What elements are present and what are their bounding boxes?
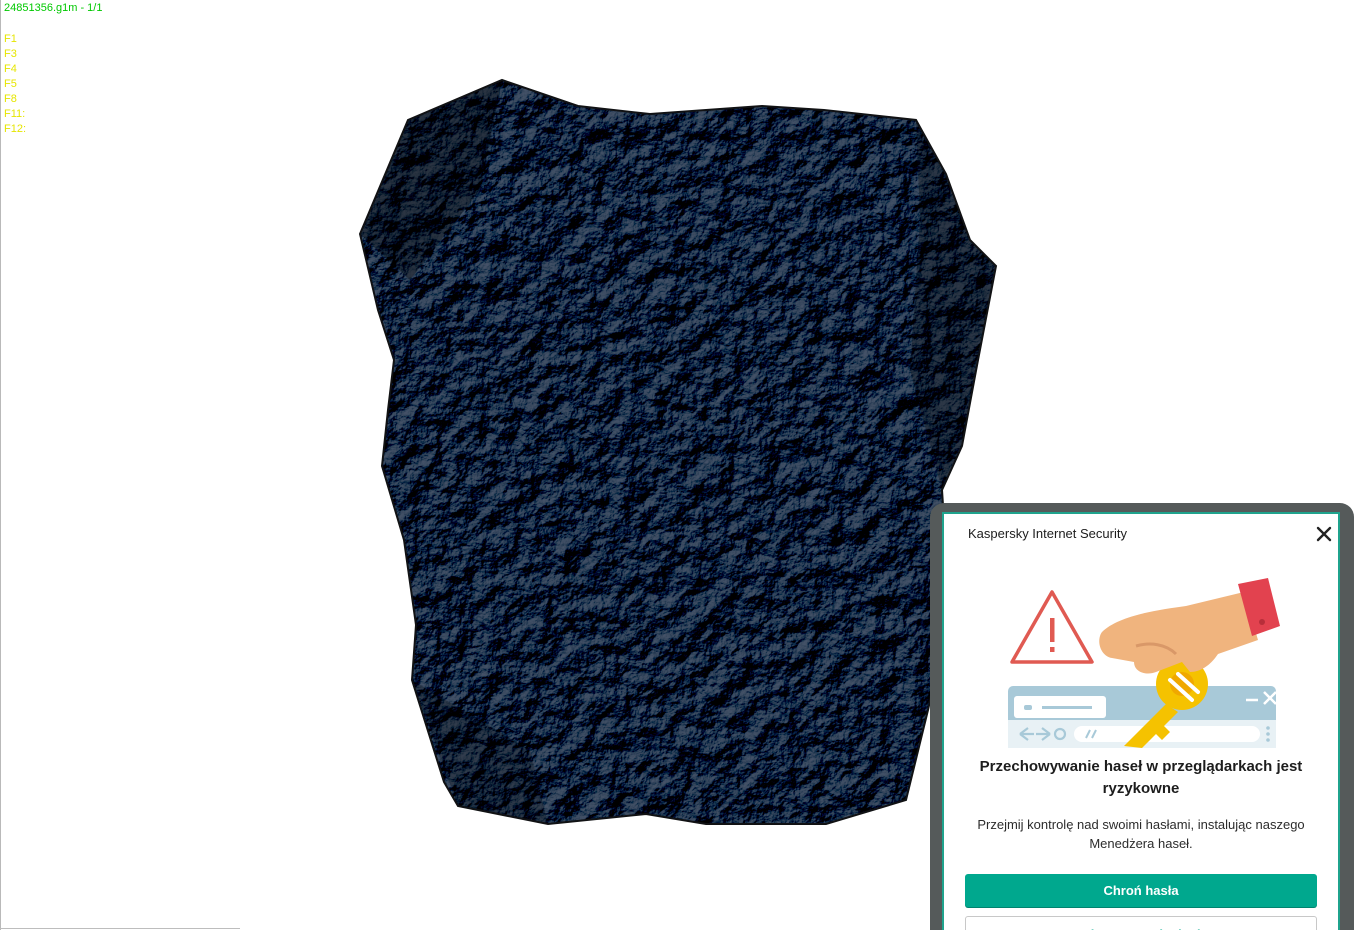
hand-icon bbox=[1099, 578, 1280, 674]
popup-headline: Przechowywanie haseł w przeglądarkach je… bbox=[979, 758, 1303, 797]
function-key-f1: F1 bbox=[4, 33, 17, 45]
viewer-bottom-border bbox=[0, 928, 240, 929]
protect-passwords-button[interactable]: Chroń hasła bbox=[965, 874, 1317, 907]
popup-body-text: Przejmij kontrolę nad swoimi hasłami, in… bbox=[977, 817, 1305, 851]
kaspersky-popup: Kaspersky Internet Security Przechowywan… bbox=[942, 512, 1340, 930]
viewer-title: 24851356.g1m - 1/1 bbox=[4, 2, 103, 14]
model-viewer[interactable]: 24851356.g1m - 1/1 F1 F3 F4 F5 F8 F11: F… bbox=[0, 0, 1354, 930]
rock-model-render bbox=[358, 78, 998, 826]
function-key-f3: F3 bbox=[4, 48, 17, 60]
viewer-left-border bbox=[0, 0, 1, 930]
popup-app-name: Kaspersky Internet Security bbox=[968, 526, 1127, 541]
function-key-list: F1 F3 F4 F5 F8 F11: F12: bbox=[4, 32, 26, 137]
rock-model[interactable] bbox=[350, 70, 1010, 840]
function-key-f5: F5 bbox=[4, 78, 17, 90]
close-icon[interactable] bbox=[1314, 524, 1334, 544]
function-key-f12: F12: bbox=[4, 123, 27, 135]
function-key-f8: F8 bbox=[4, 93, 17, 105]
function-key-f4: F4 bbox=[4, 63, 17, 75]
dismiss-button[interactable]: Nie przypominaj mi bbox=[965, 916, 1317, 930]
function-key-f11: F11: bbox=[4, 108, 26, 120]
warning-icon bbox=[1010, 590, 1094, 664]
password-warning-illustration bbox=[1006, 576, 1284, 748]
